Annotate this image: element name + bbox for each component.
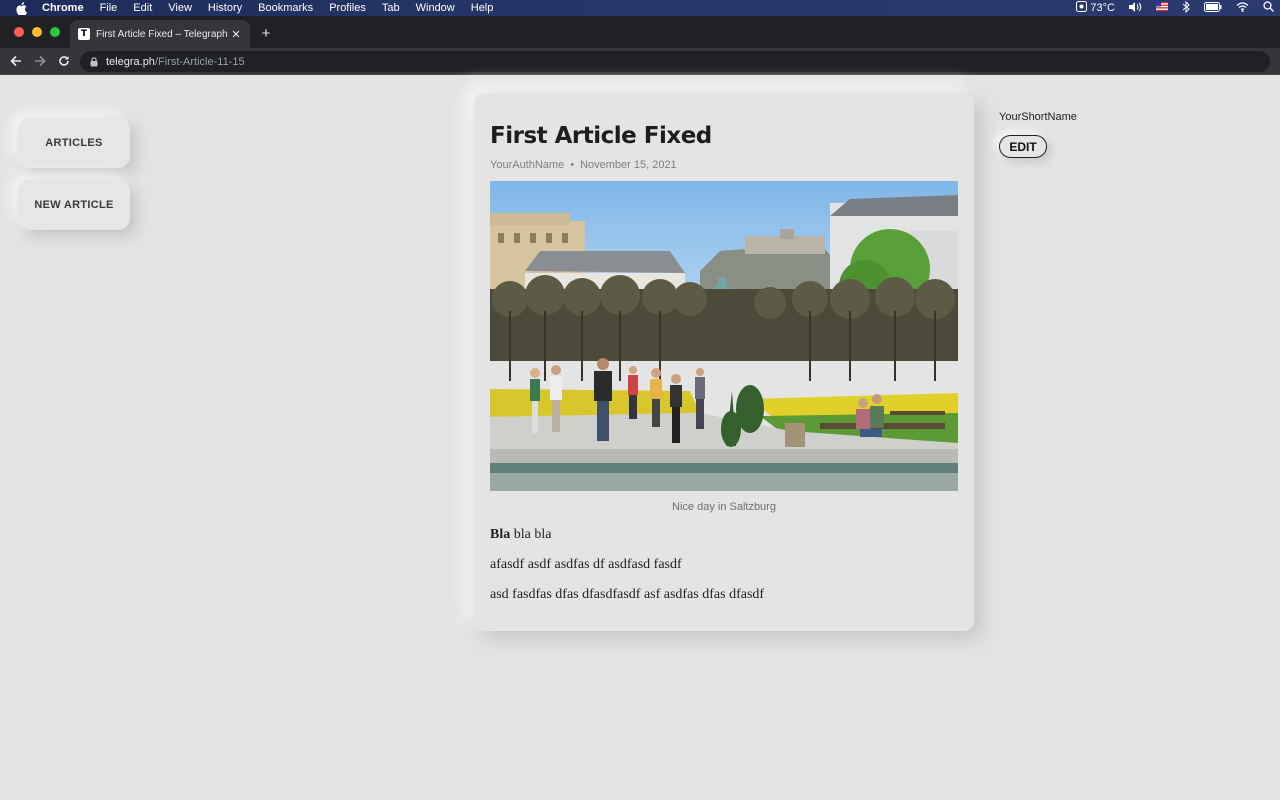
article-meta: YourAuthName • November 15, 2021 <box>490 159 677 171</box>
close-window-button[interactable] <box>14 27 24 37</box>
address-bar[interactable]: telegra.ph/First-Article-11-15 <box>80 51 1270 72</box>
paragraph-1-text: bla bla <box>510 527 552 542</box>
forward-arrow-icon[interactable] <box>33 54 47 68</box>
close-tab-icon[interactable]: ✕ <box>230 28 242 41</box>
browser-toolbar: telegra.ph/First-Article-11-15 <box>0 48 1280 75</box>
tab-title: First Article Fixed – Telegraph <box>96 28 228 40</box>
menu-edit[interactable]: Edit <box>133 0 152 16</box>
article-author[interactable]: YourAuthName <box>490 159 564 171</box>
battery-icon[interactable] <box>1204 1 1222 15</box>
back-arrow-icon[interactable] <box>9 54 23 68</box>
weather-icon <box>1076 1 1088 15</box>
new-tab-plus-icon[interactable]: + <box>258 25 274 42</box>
apple-icon[interactable] <box>14 1 28 15</box>
bluetooth-icon[interactable] <box>1182 0 1190 16</box>
menu-history[interactable]: History <box>208 0 242 16</box>
articles-button[interactable]: ARTICLES <box>18 118 130 168</box>
menu-bookmarks[interactable]: Bookmarks <box>258 0 313 16</box>
paragraph-3: asd fasdfas dfas dfasdfasdf asf asdfas d… <box>490 587 765 602</box>
telegraph-page: ARTICLES NEW ARTICLE First Article Fixed… <box>0 75 1280 800</box>
menu-tab[interactable]: Tab <box>382 0 400 16</box>
paragraph-1-bold: Bla <box>490 527 511 542</box>
weather-status[interactable]: 73°C <box>1076 1 1115 15</box>
menu-profiles[interactable]: Profiles <box>329 0 366 16</box>
article-photo-salzburg <box>490 181 958 491</box>
article-card: First Article Fixed YourAuthName • Novem… <box>474 93 974 631</box>
browser-tab-active[interactable]: T First Article Fixed – Telegraph ✕ <box>70 20 250 48</box>
account-short-name: YourShortName <box>999 111 1077 123</box>
menu-app-chrome[interactable]: Chrome <box>42 0 84 16</box>
edit-button[interactable]: EDIT <box>999 135 1047 158</box>
paragraph-2: afasdf asdf asdfas df asdfasd fasdf <box>490 557 682 572</box>
article-date: November 15, 2021 <box>580 159 677 171</box>
maximize-window-button[interactable] <box>50 27 60 37</box>
browser-tab-strip: T First Article Fixed – Telegraph ✕ + <box>0 16 1280 48</box>
spotlight-search-icon[interactable] <box>1263 1 1274 15</box>
volume-icon[interactable] <box>1129 1 1142 15</box>
reload-icon[interactable] <box>57 54 71 68</box>
menu-view[interactable]: View <box>168 0 192 16</box>
menu-file[interactable]: File <box>100 0 118 16</box>
url-host: telegra.ph <box>106 55 155 68</box>
lock-icon[interactable] <box>90 56 98 67</box>
paragraph-1: Bla bla bla <box>490 527 551 543</box>
weather-temperature: 73°C <box>1090 2 1115 14</box>
telegraph-favicon-icon: T <box>78 28 90 40</box>
macos-menu-bar: Chrome File Edit View History Bookmarks … <box>0 0 1280 16</box>
input-source-flag-icon[interactable] <box>1156 2 1168 14</box>
article-title: First Article Fixed <box>490 123 712 149</box>
meta-separator: • <box>570 159 575 171</box>
window-controls <box>14 27 60 37</box>
new-article-button[interactable]: NEW ARTICLE <box>18 180 130 230</box>
minimize-window-button[interactable] <box>32 27 42 37</box>
photo-caption: Nice day in Saltzburg <box>672 501 776 513</box>
wifi-icon[interactable] <box>1236 1 1249 15</box>
menu-window[interactable]: Window <box>416 0 455 16</box>
url-path: /First-Article-11-15 <box>154 55 245 68</box>
menu-help[interactable]: Help <box>471 0 494 16</box>
